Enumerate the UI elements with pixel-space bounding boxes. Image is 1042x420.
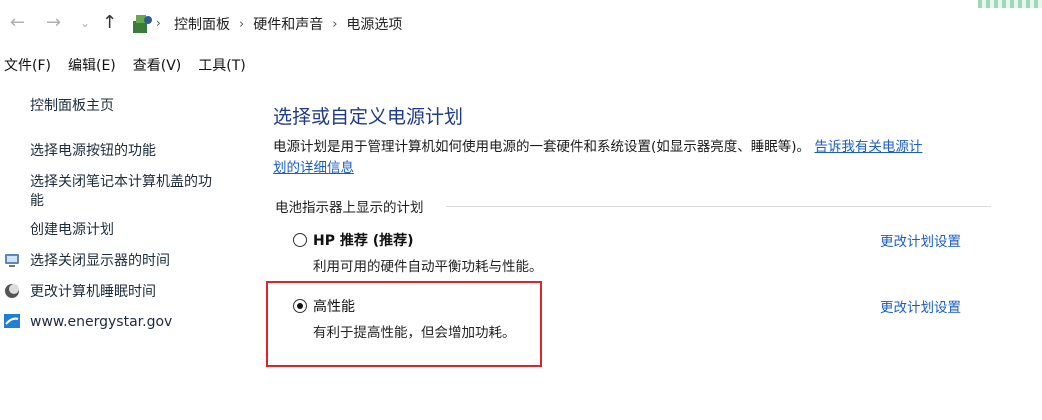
description-text: 电源计划是用于管理计算机如何使用电源的一套硬件和系统设置(如显示器亮度、睡眠等)… [273,139,811,155]
breadcrumb-separator-icon: › [332,16,338,32]
menu-tools[interactable]: 工具(T) [198,55,245,75]
breadcrumb-separator-icon: › [239,16,245,32]
sidebar-home-link[interactable]: 控制面板主页 [30,96,114,116]
plan-name-hp-recommended[interactable]: HP 推荐 (推荐) [313,230,414,250]
address-bar-edge [978,0,1042,8]
page-description: 电源计划是用于管理计算机如何使用电源的一套硬件和系统设置(如显示器亮度、睡眠等)… [273,137,993,179]
highlight-box [266,281,542,367]
recent-dropdown-icon[interactable]: ⌄ [80,16,90,30]
breadcrumb: 控制面板 › 硬件和声音 › 电源选项 [162,14,402,34]
plan-radio-hp-recommended[interactable] [293,233,307,247]
up-arrow-icon[interactable]: ↑ [102,12,117,33]
breadcrumb-chevron-icon: › [156,16,161,30]
menu-view[interactable]: 查看(V) [133,55,182,75]
control-panel-icon [133,15,152,33]
change-plan-settings-link[interactable]: 更改计划设置 [880,230,961,250]
menu-bar: 文件(F) 编辑(E) 查看(V) 工具(T) [4,55,263,75]
back-arrow-icon[interactable]: ← [10,12,25,33]
energystar-icon [4,314,20,328]
menu-file[interactable]: 文件(F) [4,55,51,75]
sidebar-lid-close-link-cont[interactable]: 能 [30,191,44,211]
sidebar-power-button-link[interactable]: 选择电源按钮的功能 [30,141,156,161]
sidebar-lid-close-link[interactable]: 选择关闭笔记本计算机盖的功 [30,172,212,192]
sidebar-display-off-link[interactable]: 选择关闭显示器的时间 [30,251,170,271]
sidebar-energystar-link[interactable]: www.energystar.gov [30,312,172,332]
sidebar-create-plan-link[interactable]: 创建电源计划 [30,220,114,240]
sidebar-sleep-time-link[interactable]: 更改计算机睡眠时间 [30,282,156,302]
address-bar: ← → ⌄ ↑ › 控制面板 › 硬件和声音 › 电源选项 [0,0,1042,48]
menu-edit[interactable]: 编辑(E) [68,55,116,75]
breadcrumb-control-panel[interactable]: 控制面板 [174,14,230,34]
change-plan-settings-link[interactable]: 更改计划设置 [880,296,961,316]
display-icon [5,254,19,267]
sleep-icon [5,284,19,298]
group-divider [446,206,991,207]
breadcrumb-hardware-sound[interactable]: 硬件和声音 [253,14,323,34]
learn-more-link-cont[interactable]: 划的详细信息 [273,160,354,176]
breadcrumb-power-options[interactable]: 电源选项 [346,14,402,34]
forward-arrow-icon[interactable]: → [46,12,61,33]
page-title: 选择或自定义电源计划 [273,106,464,128]
plan-description-hp-recommended: 利用可用的硬件自动平衡功耗与性能。 [313,259,543,275]
plan-group-label: 电池指示器上显示的计划 [275,200,424,216]
learn-more-link[interactable]: 告诉我有关电源计 [814,139,922,155]
